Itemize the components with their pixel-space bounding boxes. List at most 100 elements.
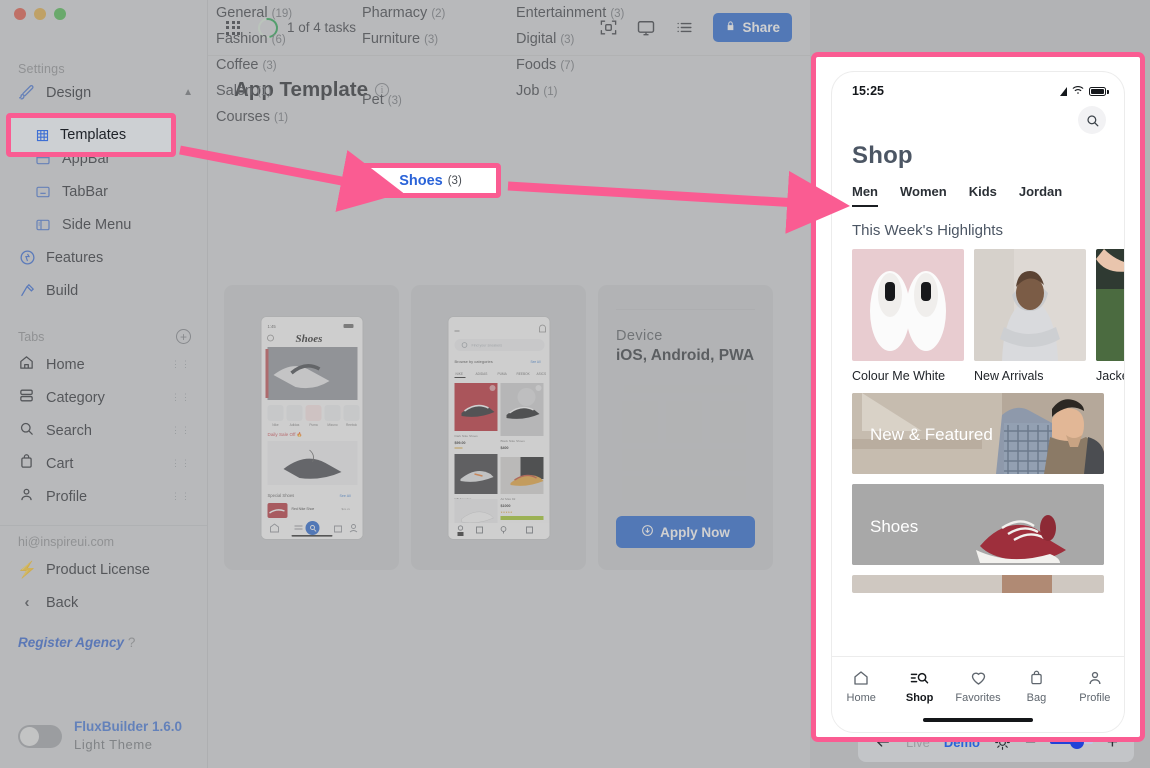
chevron-up-icon[interactable]: ▲ (183, 87, 193, 98)
drag-handle-icon[interactable]: ⋮⋮ (171, 492, 191, 501)
sidebar-tab-search-label: Search (46, 422, 92, 439)
highlight-caption: Jacket (1096, 369, 1124, 383)
category-chip-coffee[interactable]: Coffee (3) (208, 52, 285, 78)
drag-handle-icon[interactable]: ⋮⋮ (171, 426, 191, 435)
svg-text:Red Nike Shoe: Red Nike Shoe (291, 507, 314, 511)
status-bar-icons (1060, 84, 1109, 98)
drag-handle-icon[interactable]: ⋮⋮ (171, 360, 191, 369)
category-chip-pet[interactable]: Pet (3) (354, 87, 410, 113)
list-icon[interactable] (669, 15, 699, 41)
sidebar-item-side-menu[interactable]: Side Menu (0, 208, 207, 241)
highlight-box-shoes-chip[interactable]: Shoes (3) (360, 163, 501, 198)
main-content: 1 of 4 tasks Share App Template i Genera… (208, 0, 810, 768)
phone-tabbar-bag[interactable]: Bag (1007, 669, 1065, 704)
highlight-box-preview-panel: 15:25 Shop Men Women Kids Jordan This We… (811, 52, 1145, 742)
svg-text:$400: $400 (500, 446, 508, 450)
sidebar-item-back-label: Back (46, 594, 79, 611)
drag-handle-icon[interactable]: ⋮⋮ (171, 393, 191, 402)
home-icon (854, 671, 868, 685)
theme-toggle[interactable] (18, 724, 62, 748)
drag-handle-icon[interactable]: ⋮⋮ (171, 459, 191, 468)
highlights-row: Colour Me White New Arrivals Jack (832, 239, 1124, 383)
sidebar-item-build[interactable]: Build (0, 274, 207, 307)
phone-tabbar-shop[interactable]: Shop (890, 669, 948, 704)
highlight-item-new-arrivals[interactable]: New Arrivals (974, 249, 1086, 383)
phone-tab-men[interactable]: Men (852, 184, 878, 207)
highlight-item-jacket[interactable]: Jacket (1096, 249, 1124, 383)
svg-text:Puma: Puma (309, 423, 318, 427)
category-chip-fashion[interactable]: Fashion (6) (208, 26, 294, 52)
phone-tab-jordan[interactable]: Jordan (1019, 184, 1062, 207)
close-window-button[interactable] (14, 8, 26, 20)
banner-partial[interactable] (852, 575, 1104, 593)
phone-tabbar-home[interactable]: Home (832, 669, 890, 704)
sidebar-item-tabbar-label: TabBar (62, 183, 108, 200)
sidebar-item-templates-highlighted[interactable]: Templates (11, 118, 171, 152)
search-button[interactable] (1078, 106, 1106, 134)
phone-tab-kids[interactable]: Kids (969, 184, 997, 207)
category-chip-courses[interactable]: Courses (1) (208, 104, 296, 130)
category-chip-digital[interactable]: Digital (3) (508, 26, 582, 52)
phone-tab-women[interactable]: Women (900, 184, 947, 207)
svg-text:Nike: Nike (272, 423, 279, 427)
svg-text:Air Max 92: Air Max 92 (500, 497, 515, 501)
phone-tabbar-profile[interactable]: Profile (1066, 669, 1124, 704)
phone-tabbar-favorites[interactable]: Favorites (949, 669, 1007, 704)
sidebar-tab-profile-label: Profile (46, 488, 88, 505)
highlight-box-templates: Templates (6, 113, 176, 157)
category-chip-foods[interactable]: Foods (7) (508, 52, 582, 78)
sidebar-item-tabbar[interactable]: TabBar (0, 175, 207, 208)
category-chip-general[interactable]: General (19) (208, 0, 300, 26)
sidebar-item-back[interactable]: ‹ Back (0, 586, 207, 619)
sidebar-tab-home[interactable]: Home ⋮⋮ (0, 348, 207, 381)
minimize-window-button[interactable] (34, 8, 46, 20)
register-agency-link[interactable]: Register Agency ? (0, 635, 207, 650)
category-chip-salon[interactable]: Salon (1) (208, 78, 279, 104)
template-card-2[interactable]: Find your sneakers Browse by categories … (411, 285, 586, 570)
svg-text:Adidas: Adidas (289, 423, 299, 427)
svg-text:Shoes: Shoes (295, 333, 322, 345)
grid-icon (35, 128, 50, 143)
shop-search-icon (910, 672, 929, 684)
svg-text:Special Shoes: Special Shoes (267, 493, 294, 498)
sidebar-item-product-license[interactable]: ⚡ Product License (0, 553, 207, 586)
banner-shoes[interactable]: Shoes Shoes (852, 484, 1104, 565)
highlight-item-colour-me-white[interactable]: Colour Me White (852, 249, 964, 383)
svg-text:Black Nike Shoes: Black Nike Shoes (500, 439, 525, 443)
category-chip-job[interactable]: Job (1) (508, 78, 565, 104)
category-chip-pharmacy[interactable]: Pharmacy (2) (354, 0, 453, 26)
profile-icon (18, 486, 35, 507)
sidebar-tab-cart-label: Cart (46, 455, 74, 472)
sidebar-tab-profile[interactable]: Profile ⋮⋮ (0, 480, 207, 513)
template-card-1[interactable]: 1:45 Shoes Nike Adidas Puma Mizuno Reebo… (224, 285, 399, 570)
tabs-header-label: Tabs (18, 329, 45, 344)
maximize-window-button[interactable] (54, 8, 66, 20)
plus-circle-icon[interactable]: + (176, 329, 191, 344)
sidebar-item-design[interactable]: Design ▲ (0, 76, 207, 109)
theme-label: Light Theme (74, 737, 153, 752)
banner-new-featured[interactable]: New & Featured New & Featured (852, 393, 1104, 474)
phone-tabbar-home-label: Home (846, 692, 876, 704)
sidebar-footer: FluxBuilder 1.6.0 Light Theme (0, 718, 182, 754)
sidebar-item-features[interactable]: Features (0, 241, 207, 274)
template-card-device: Device iOS, Android, PWA Apply Now (598, 285, 773, 570)
brush-icon (18, 84, 36, 102)
sidebar-tab-category[interactable]: Category ⋮⋮ (0, 381, 207, 414)
share-button[interactable]: Share (713, 13, 792, 42)
help-question-icon[interactable]: ? (128, 635, 136, 650)
bolt-icon: ⚡ (17, 561, 37, 579)
bag-icon (1031, 670, 1042, 685)
sidebar-tab-search[interactable]: Search ⋮⋮ (0, 414, 207, 447)
highlight-image-jacket (1096, 249, 1124, 361)
monitor-icon[interactable] (631, 15, 661, 41)
svg-text:Reebok: Reebok (346, 423, 357, 427)
svg-text:NIKE: NIKE (455, 372, 462, 376)
sidebar-tab-cart[interactable]: Cart ⋮⋮ (0, 447, 207, 480)
apply-now-button[interactable]: Apply Now (616, 516, 755, 548)
category-chip-furniture[interactable]: Furniture (3) (354, 26, 446, 52)
share-button-label: Share (742, 20, 780, 35)
highlights-section-title: This Week's Highlights (852, 222, 1003, 239)
phone-preview: 15:25 Shop Men Women Kids Jordan This We… (832, 72, 1124, 732)
svg-text:Mizuno: Mizuno (327, 423, 338, 427)
category-chip-entertainment[interactable]: Entertainment (3) (508, 0, 632, 26)
